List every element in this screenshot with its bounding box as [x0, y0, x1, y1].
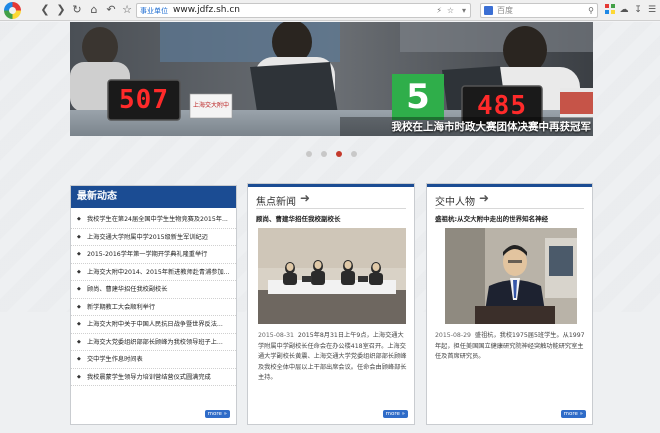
forward-icon[interactable]: ❯	[54, 3, 68, 17]
people-panel: 交中人物 ➜ 盛祖杭:从交大附中走出的世界知名神经 2015-08-29 盛祖杭…	[426, 183, 593, 425]
news-item[interactable]: 上海交通大学附属中学2015级新生军训纪迈	[71, 229, 236, 246]
latest-news-panel: 最新动态 我校学生在第24届全国中学生生物竞赛及2015年... 上海交通大学附…	[70, 185, 237, 425]
people-more-button[interactable]: more »	[560, 410, 586, 418]
focus-body: 2015年8月31日上午9点，上海交通大学附属中学副校长任命会在办公楼418室召…	[258, 332, 407, 381]
news-item[interactable]: 2015-2016学年第一学期开学典礼隆重举行	[71, 246, 236, 264]
portrait-photo	[445, 228, 577, 324]
news-item[interactable]: 上海交大附中2014、2015年新进教师赴青浦参加...	[71, 264, 236, 281]
people-headline[interactable]: 盛祖杭:从交大附中走出的世界知名神经	[435, 213, 548, 223]
news-item[interactable]: 我校晨蒙学生领导力培训营结营仪式圆满完成	[71, 369, 236, 386]
arrow-right-icon[interactable]: ➜	[300, 191, 310, 205]
table-name-sign: 上海交大附中	[192, 102, 229, 109]
focus-news-panel: 焦点新闻 ➜ 顾尚、曹建华招任我校副校长 2015-08-31 2015年8月3…	[247, 183, 415, 425]
meeting-photo	[258, 228, 406, 324]
news-item[interactable]: 新学期教工大会顺利举行	[71, 299, 236, 316]
carousel-dot-3-active[interactable]	[336, 151, 342, 157]
search-placeholder[interactable]: 百度	[497, 4, 513, 17]
people-date: 2015-08-29	[435, 332, 471, 339]
focus-summary: 2015-08-31 2015年8月31日上午9点，上海交通大学附属中学副校长任…	[258, 331, 408, 384]
refresh-icon[interactable]: ↻	[70, 3, 84, 17]
focus-top-bar	[248, 184, 414, 187]
news-item[interactable]: 顾尚、曹建华招任我校副校长	[71, 281, 236, 299]
news-list: 我校学生在第24届全国中学生生物竞赛及2015年... 上海交通大学附属中学20…	[71, 211, 236, 386]
baidu-logo-icon	[484, 6, 493, 15]
apps-grid-icon[interactable]	[604, 4, 616, 16]
undo-icon[interactable]: ↶	[104, 3, 118, 17]
focus-photo[interactable]	[258, 228, 406, 324]
people-photo[interactable]	[445, 228, 577, 324]
focus-headline[interactable]: 顾尚、曹建华招任我校副校长	[256, 213, 341, 223]
back-icon[interactable]: ❮	[38, 3, 52, 17]
site-category-tag: 事业单位	[140, 7, 168, 15]
download-icon[interactable]: ↧	[632, 4, 644, 16]
people-top-bar	[427, 184, 592, 187]
right-scoreboard-value: 485	[477, 91, 527, 121]
browser-toolbar: ❮ ❯ ↻ ⌂ ↶ ☆ 事业单位 www.jdfz.sh.cn ⚡ ☆ ▾ 百度…	[0, 0, 660, 21]
carousel-dots	[306, 151, 357, 157]
left-scoreboard-value: 507	[119, 85, 169, 115]
people-title[interactable]: 交中人物	[435, 193, 475, 208]
hero-banner[interactable]: 507 485 上海交大附中 5 我校在上海市时政大赛团体决赛中再获冠军	[70, 22, 593, 136]
divider	[435, 208, 584, 209]
lightning-icon[interactable]: ⚡	[436, 5, 442, 17]
url-text[interactable]: www.jdfz.sh.cn	[173, 4, 240, 17]
team-number-card: 5	[406, 77, 430, 117]
news-item[interactable]: 上海交大附中关于中国人民抗日战争暨世界反法...	[71, 316, 236, 334]
search-box[interactable]: 百度 ⚲	[480, 3, 598, 18]
focus-news-title[interactable]: 焦点新闻	[256, 193, 296, 208]
dropdown-icon[interactable]: ▾	[462, 5, 466, 17]
focus-more-button[interactable]: more »	[382, 410, 408, 418]
arrow-right-icon[interactable]: ➜	[479, 191, 489, 205]
carousel-dot-4[interactable]	[351, 151, 357, 157]
search-icon[interactable]: ⚲	[588, 4, 594, 17]
news-item[interactable]: 上海交大党委组织部部长顾峰为我校领导班子上...	[71, 334, 236, 351]
carousel-dot-1[interactable]	[306, 151, 312, 157]
focus-date: 2015-08-31	[258, 332, 294, 339]
latest-news-title: 最新动态	[71, 186, 236, 208]
favorite-star-icon[interactable]: ☆	[447, 5, 454, 17]
news-item[interactable]: 交中学生作息时间表	[71, 351, 236, 369]
news-item[interactable]: 我校学生在第24届全国中学生生物竞赛及2015年...	[71, 211, 236, 229]
address-bar[interactable]: 事业单位 www.jdfz.sh.cn ⚡ ☆ ▾	[136, 3, 471, 18]
news-more-button[interactable]: more »	[204, 410, 230, 418]
people-summary: 2015-08-29 盛祖杭，我校1975届5班学生。从1997年起，担任美国国…	[435, 331, 587, 363]
carousel-dot-2[interactable]	[321, 151, 327, 157]
page-content: 507 485 上海交大附中 5 我校在上海市时政大赛团体决赛中再获冠军 最新动…	[0, 22, 660, 433]
divider	[256, 208, 406, 209]
home-icon[interactable]: ⌂	[87, 3, 101, 17]
menu-icon[interactable]: ☰	[646, 4, 658, 16]
browser-logo-icon[interactable]	[4, 2, 21, 19]
cloud-icon[interactable]: ☁	[618, 4, 630, 16]
banner-caption[interactable]: 我校在上海市时政大赛团体决赛中再获冠军	[346, 119, 592, 135]
bookmark-star-icon[interactable]: ☆	[120, 3, 134, 17]
